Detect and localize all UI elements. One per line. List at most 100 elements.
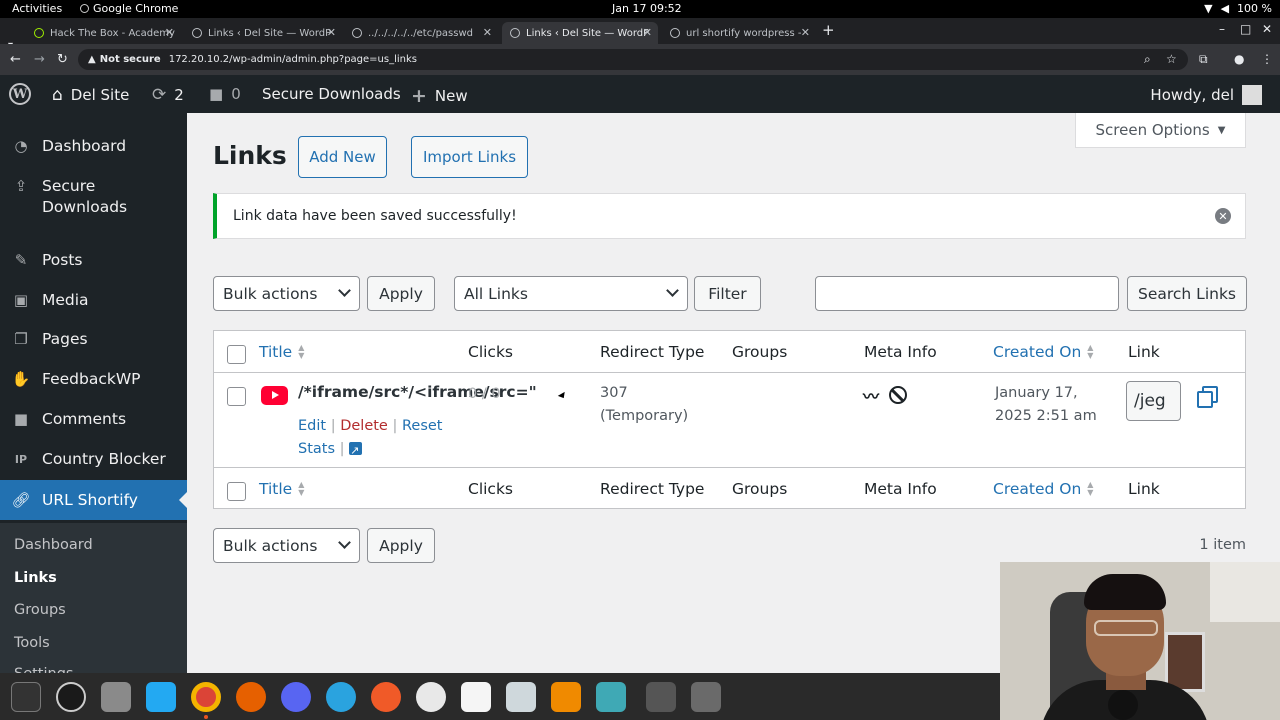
sidebar-item-secure-downloads[interactable]: ⇪ Secure Downloads xyxy=(0,176,187,218)
column-title[interactable]: Title ▲ ▼ xyxy=(259,343,304,361)
url-field[interactable]: ▲ Not secure 172.20.10.2/wp-admin/admin.… xyxy=(78,49,1188,70)
sidebar-item-url-shortify[interactable]: 🔗︎ URL Shortify xyxy=(0,480,187,520)
search-links-button[interactable]: Search Links xyxy=(1127,276,1247,311)
not-secure-label[interactable]: Not secure xyxy=(100,54,161,65)
submenu-tools[interactable]: Tools xyxy=(14,635,50,651)
ssh-icon[interactable] xyxy=(646,682,676,712)
pages-icon: ❐ xyxy=(14,329,28,348)
edit-link[interactable]: Edit xyxy=(298,418,326,434)
column-created-on[interactable]: Created On ▲ ▼ xyxy=(993,343,1093,361)
activities-button[interactable]: Activities xyxy=(12,2,62,15)
updates-menu[interactable]: ⟳ 2 xyxy=(152,85,184,105)
bulk-actions-select[interactable]: Bulk actions xyxy=(213,276,360,311)
close-tab-icon[interactable]: ✕ xyxy=(165,26,174,39)
text-editor-icon[interactable] xyxy=(461,682,491,712)
sidebar-item-country-blocker[interactable]: IP Country Blocker xyxy=(0,449,187,470)
link-title[interactable]: /*iframe/src*/<iframe/src=" xyxy=(298,383,537,401)
zoom-icon[interactable]: ⌕ xyxy=(1144,52,1151,67)
filter-button[interactable]: Filter xyxy=(694,276,761,311)
link-filter-select[interactable]: All Links xyxy=(454,276,688,311)
column-created-on[interactable]: Created On ▲ ▼ xyxy=(993,480,1093,498)
tab-hack-the-box[interactable]: Hack The Box - Academy ✕ xyxy=(26,22,180,44)
terminal-icon[interactable] xyxy=(11,682,41,712)
sidebar-item-comments[interactable]: ■ Comments xyxy=(0,409,187,430)
forward-icon[interactable]: → xyxy=(34,52,45,67)
submenu-links[interactable]: Links xyxy=(14,570,57,586)
tab-url-shortify-search[interactable]: url shortify wordpress - ✕ xyxy=(662,22,816,44)
submenu-dashboard[interactable]: Dashboard xyxy=(14,537,93,553)
delete-link[interactable]: Delete xyxy=(340,418,388,434)
extensions-icon[interactable]: ⧉ xyxy=(1199,52,1208,67)
column-meta-info: Meta Info xyxy=(864,343,937,361)
obs-icon[interactable] xyxy=(56,682,86,712)
secure-downloads-menu[interactable]: Secure Downloads xyxy=(262,85,401,103)
comments-menu[interactable]: ■ 0 xyxy=(209,85,241,103)
sidebar-item-posts[interactable]: ✎ Posts xyxy=(0,250,187,271)
clock[interactable]: Jan 17 09:52 xyxy=(612,2,682,15)
tab-etc-passwd[interactable]: ../../../../../etc/passwd ✕ xyxy=(344,22,498,44)
vscode-icon[interactable] xyxy=(146,682,176,712)
files-icon[interactable] xyxy=(101,682,131,712)
site-name-menu[interactable]: ⌂ Del Site xyxy=(52,85,129,105)
close-window-icon[interactable]: ✕ xyxy=(1262,22,1272,36)
close-tab-icon[interactable]: ✕ xyxy=(801,26,810,39)
import-links-button[interactable]: Import Links xyxy=(411,136,528,178)
external-link-icon[interactable] xyxy=(349,439,363,462)
reload-icon[interactable]: ↻ xyxy=(57,52,68,67)
select-all-checkbox[interactable] xyxy=(227,482,246,501)
chrome-icon[interactable] xyxy=(191,682,221,712)
trash-icon[interactable] xyxy=(691,682,721,712)
select-all-checkbox[interactable] xyxy=(227,345,246,364)
sidebar-item-media[interactable]: ▣ Media xyxy=(0,290,187,311)
tab-label: Links ‹ Del Site — WordP xyxy=(208,27,332,39)
sidebar-item-pages[interactable]: ❐ Pages xyxy=(0,329,187,350)
system-status[interactable]: ▼ ◀ 100 % xyxy=(1204,2,1272,15)
app-menu[interactable]: Google Chrome xyxy=(80,2,178,15)
submenu-groups[interactable]: Groups xyxy=(14,602,66,618)
youtube-icon xyxy=(261,386,288,405)
postman-icon[interactable] xyxy=(371,682,401,712)
row-checkbox[interactable] xyxy=(227,387,246,406)
vlc-icon[interactable] xyxy=(551,682,581,712)
webcam-person-hair xyxy=(1084,574,1166,610)
copy-icon[interactable] xyxy=(1197,386,1218,408)
new-tab-icon[interactable]: + xyxy=(822,21,835,39)
sidebar-item-label: FeedbackWP xyxy=(42,370,141,388)
chevron-down-icon xyxy=(338,536,351,549)
telegram-icon[interactable] xyxy=(326,682,356,712)
close-tab-icon[interactable]: ✕ xyxy=(643,26,652,39)
sidebar-item-dashboard[interactable]: ◔ Dashboard xyxy=(0,136,187,157)
profile-icon[interactable]: ● xyxy=(1234,52,1244,66)
apply-button[interactable]: Apply xyxy=(367,276,435,311)
apply-button-bottom[interactable]: Apply xyxy=(367,528,435,563)
reset-link[interactable]: Reset xyxy=(402,418,443,434)
sidebar-item-feedbackwp[interactable]: ✋ FeedbackWP xyxy=(0,369,187,390)
bookmark-star-icon[interactable]: ☆ xyxy=(1166,52,1177,66)
discord-icon[interactable] xyxy=(281,682,311,712)
tab-links-active[interactable]: Links ‹ Del Site — WordP ✕ xyxy=(502,22,658,44)
sidebar-item-label: URL Shortify xyxy=(42,490,138,509)
software-icon[interactable] xyxy=(416,682,446,712)
close-tab-icon[interactable]: ✕ xyxy=(483,26,492,39)
short-link-field[interactable]: /jeg xyxy=(1126,381,1181,421)
my-account-menu[interactable]: Howdy, del xyxy=(1150,85,1262,105)
screen-options-button[interactable]: Screen Options ▼ xyxy=(1075,113,1246,148)
wp-logo-menu[interactable]: W xyxy=(9,83,31,105)
burp-icon[interactable] xyxy=(596,682,626,712)
bulk-actions-select-bottom[interactable]: Bulk actions xyxy=(213,528,360,563)
dismiss-notice-icon[interactable]: ✕ xyxy=(1215,208,1231,224)
libreoffice-icon[interactable] xyxy=(506,682,536,712)
stats-link[interactable]: Stats xyxy=(298,441,335,457)
firefox-icon[interactable] xyxy=(236,682,266,712)
close-tab-icon[interactable]: ✕ xyxy=(327,26,336,39)
search-input[interactable] xyxy=(815,276,1119,311)
sidebar-item-label: Pages xyxy=(42,330,88,348)
back-icon[interactable]: ← xyxy=(10,52,21,67)
column-title[interactable]: Title ▲ ▼ xyxy=(259,480,304,498)
tab-links-1[interactable]: Links ‹ Del Site — WordP ✕ xyxy=(184,22,342,44)
new-content-menu[interactable]: + New xyxy=(411,85,468,107)
maximize-icon[interactable]: □ xyxy=(1240,22,1251,36)
add-new-button[interactable]: Add New xyxy=(298,136,387,178)
chrome-menu-icon[interactable]: ⋮ xyxy=(1261,52,1273,66)
minimize-icon[interactable]: – xyxy=(1219,22,1225,36)
